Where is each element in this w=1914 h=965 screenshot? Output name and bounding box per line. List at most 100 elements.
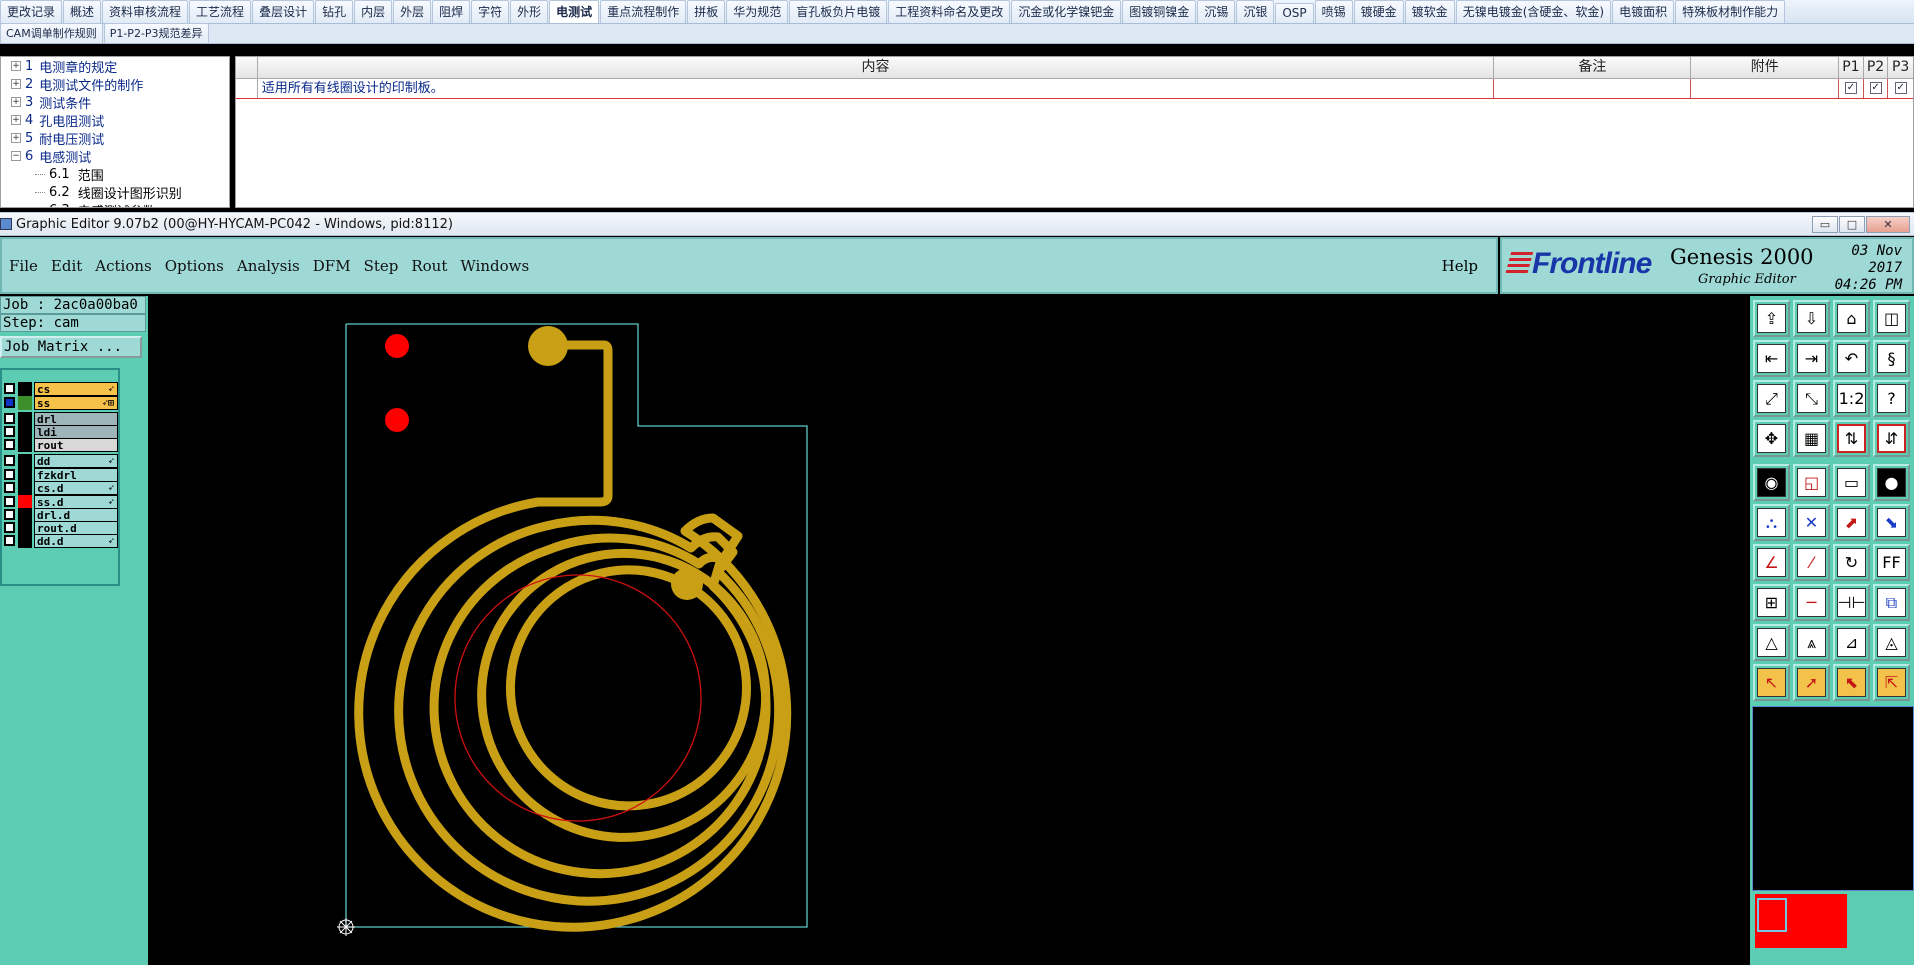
cell-content[interactable]: 适用所有有线圈设计的印制板。: [258, 79, 1495, 98]
tab-17[interactable]: 沉金或化学镍钯金: [1011, 0, 1122, 23]
menu-options[interactable]: Options: [165, 257, 224, 275]
pointer-multi-button[interactable]: ⇱: [1873, 664, 1910, 701]
tree-item[interactable]: −6 电感测试: [1, 147, 229, 166]
p1-checkbox[interactable]: ✓: [1844, 82, 1857, 94]
layer-row-rout[interactable]: rout: [2, 438, 120, 452]
pan-tool-button[interactable]: ✥: [1753, 420, 1790, 457]
pointer-select-button[interactable]: ⬉: [1833, 664, 1870, 701]
tab-20[interactable]: 沉银: [1236, 0, 1275, 23]
layer-color-swatch[interactable]: [18, 521, 32, 535]
tree-item[interactable]: +2 电测试文件的制作: [1, 75, 229, 94]
layer-row-ldi[interactable]: ldi: [2, 425, 120, 439]
layer-color-swatch[interactable]: [18, 396, 32, 410]
triangle-c-button[interactable]: ⊿: [1833, 624, 1870, 661]
close-button[interactable]: ✕: [1866, 216, 1910, 233]
window-titlebar[interactable]: Graphic Editor 9.07b2 (00@HY-HYCAM-PC042…: [0, 212, 1914, 236]
tab-4[interactable]: 叠层设计: [252, 0, 315, 23]
menu-step[interactable]: Step: [364, 257, 399, 275]
tab-5[interactable]: 钻孔: [315, 0, 354, 23]
overview-window[interactable]: [1752, 706, 1914, 891]
tab-3[interactable]: 工艺流程: [189, 0, 252, 23]
layer-row-drl[interactable]: drl: [2, 412, 120, 426]
table-row[interactable]: 适用所有有线圈设计的印制板。 ✓ ✓ ✓: [236, 79, 1913, 99]
layer-row-ss[interactable]: ss ➶⊞: [2, 396, 120, 410]
tab-9[interactable]: 字符: [471, 0, 510, 23]
tab-15[interactable]: 盲孔板负片电镀: [789, 0, 888, 23]
tab-2[interactable]: 资料审核流程: [102, 0, 189, 23]
layer-color-swatch[interactable]: [18, 454, 32, 468]
layer-row-dd[interactable]: dd ➶: [2, 454, 120, 468]
layer-name[interactable]: cs ➶: [34, 382, 118, 396]
graphic-canvas[interactable]: [148, 296, 1750, 965]
layer-row-fzkdrl[interactable]: fzkdrl: [2, 468, 120, 482]
menu-actions[interactable]: Actions: [95, 257, 151, 275]
layer-checkbox[interactable]: [4, 522, 15, 533]
expand-icon[interactable]: +: [11, 61, 21, 71]
layer-row-rout.d[interactable]: rout.d: [2, 521, 120, 535]
triangle-d-button[interactable]: ◬: [1873, 624, 1910, 661]
tab-26[interactable]: 电镀面积: [1612, 0, 1675, 23]
layer-name[interactable]: ss.d ➶: [34, 495, 118, 509]
line-red-button[interactable]: ⬈: [1833, 504, 1870, 541]
layer-color-swatch[interactable]: [18, 534, 32, 548]
minus-line-button[interactable]: ─: [1793, 584, 1830, 621]
layer-color-swatch[interactable]: [18, 438, 32, 452]
menu-file[interactable]: File: [9, 257, 38, 275]
layer-name[interactable]: ldi: [34, 425, 118, 439]
layer-row-cs[interactable]: cs ➶: [2, 382, 120, 396]
col-content[interactable]: 内容: [258, 57, 1495, 78]
layer-name[interactable]: rout: [34, 438, 118, 452]
maximize-button[interactable]: □: [1839, 216, 1865, 233]
tab-11[interactable]: 电测试: [549, 0, 600, 23]
tree-item[interactable]: +5 耐电压测试: [1, 129, 229, 148]
angle-red-button[interactable]: ∠: [1753, 544, 1790, 581]
scale-1-2-button[interactable]: 1:2: [1833, 380, 1870, 417]
camera-button[interactable]: ◉: [1753, 464, 1790, 501]
tab-21[interactable]: OSP: [1275, 3, 1314, 23]
cell-remark[interactable]: [1494, 79, 1692, 98]
connect-nodes-button[interactable]: ⛬: [1753, 504, 1790, 541]
col-attach[interactable]: 附件: [1691, 57, 1840, 78]
tab-25[interactable]: 无镍电镀金(含硬金、软金): [1455, 0, 1612, 23]
dot-pad-button[interactable]: ●: [1873, 464, 1910, 501]
tab-10[interactable]: 外形: [510, 0, 549, 23]
menu-windows[interactable]: Windows: [460, 257, 529, 275]
zoom-center-button[interactable]: ⤡: [1793, 380, 1830, 417]
grid-corner[interactable]: [236, 57, 258, 78]
tab-6[interactable]: 内层: [354, 0, 393, 23]
tab-16[interactable]: 工程资料命名及更改: [888, 0, 1011, 23]
tab-24[interactable]: 镀软金: [1404, 0, 1455, 23]
layer-color-swatch[interactable]: [18, 382, 32, 396]
layer-row-ss.d[interactable]: ss.d ➶: [2, 495, 120, 509]
menu-dfm[interactable]: DFM: [313, 257, 351, 275]
layer-name[interactable]: drl: [34, 412, 118, 426]
tree-item[interactable]: +4 孔电阻测试: [1, 111, 229, 130]
layer-checkbox[interactable]: [4, 397, 15, 408]
menu-edit[interactable]: Edit: [51, 257, 82, 275]
window-split-button[interactable]: ◫: [1873, 300, 1910, 337]
layer-color-swatch[interactable]: [18, 425, 32, 439]
tree-item[interactable]: +1 电测章的规定: [1, 57, 229, 76]
move-left-button[interactable]: ⇤: [1753, 340, 1790, 377]
expand-icon[interactable]: +: [11, 97, 21, 107]
layer-row-cs.d[interactable]: cs.d ➶: [2, 481, 120, 495]
triangle-a-button[interactable]: △: [1753, 624, 1790, 661]
dimension-button[interactable]: ⊣⊢: [1833, 584, 1870, 621]
snap-red-2-button[interactable]: ⇵: [1873, 420, 1910, 457]
tree-subitem[interactable]: 6.1 范围: [1, 165, 229, 184]
tab-12[interactable]: 重点流程制作: [600, 0, 687, 23]
save-to-layer-button[interactable]: ⇪: [1753, 300, 1790, 337]
layer-color-swatch[interactable]: [18, 481, 32, 495]
minimize-button[interactable]: ▭: [1812, 216, 1838, 233]
select-node-button[interactable]: ⊞: [1753, 584, 1790, 621]
cell-attach[interactable]: [1691, 79, 1840, 98]
save-from-layer-button[interactable]: ⇩: [1793, 300, 1830, 337]
expand-icon[interactable]: +: [11, 133, 21, 143]
layer-checkbox[interactable]: [4, 439, 15, 450]
layer-checkbox[interactable]: [4, 509, 15, 520]
triangle-b-button[interactable]: ⩓: [1793, 624, 1830, 661]
layer-checkbox[interactable]: [4, 496, 15, 507]
tree-subitem[interactable]: 6.3 电感测试参数: [1, 201, 229, 208]
ff-text-button[interactable]: FF: [1873, 544, 1910, 581]
col-p2[interactable]: P2: [1864, 57, 1889, 78]
